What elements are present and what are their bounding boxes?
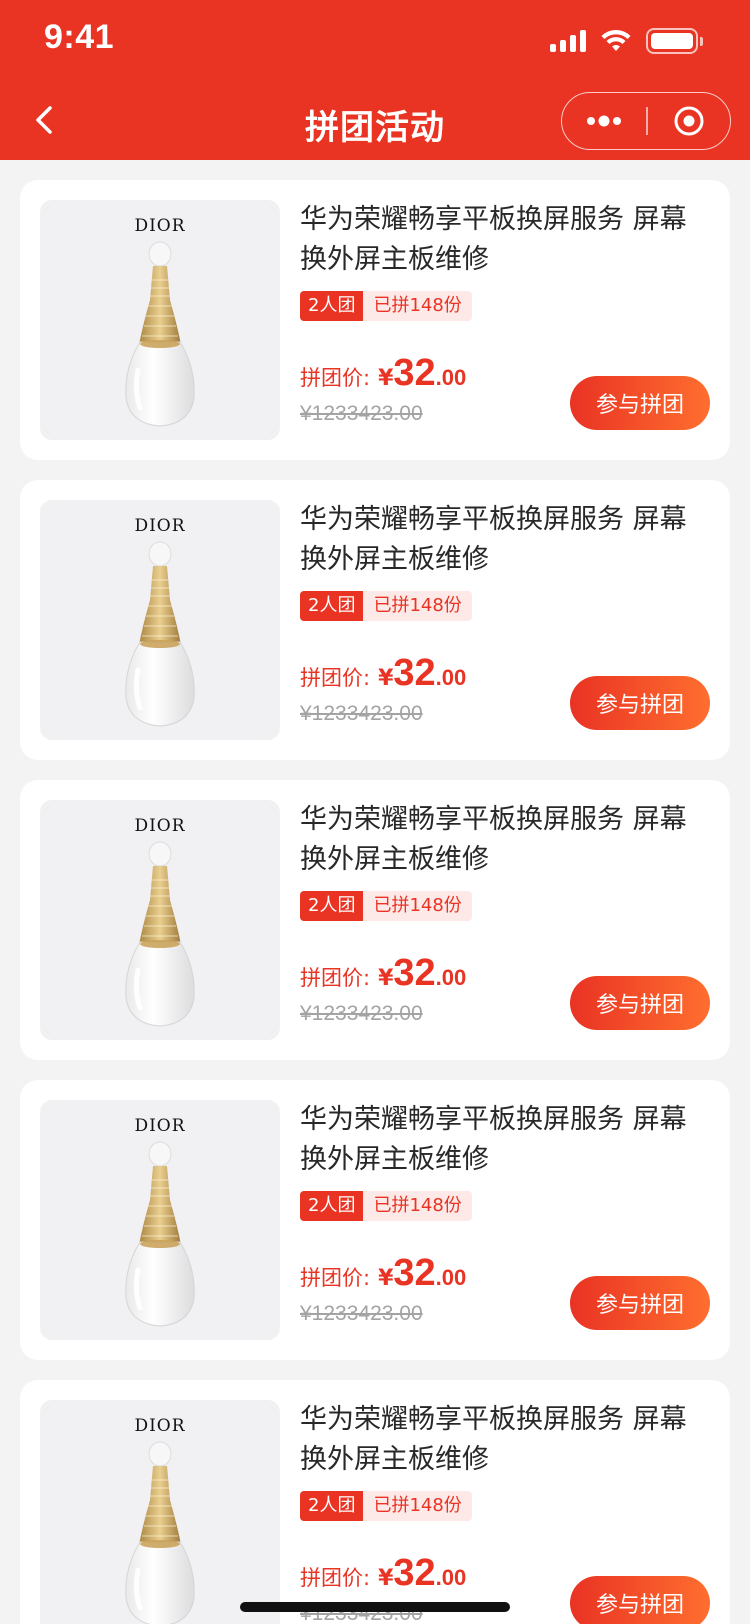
joined-count-badge: 已拼148份 <box>363 891 472 921</box>
original-price: ¥1233423.00 <box>300 1302 423 1325</box>
join-group-button[interactable]: 参与拼团 <box>570 1276 710 1330</box>
group-buy-card[interactable]: DIOR 华为荣耀畅享平板换屏服务 屏幕换外屏主板维修 2人团 已拼148份 拼… <box>20 180 730 460</box>
price-decimal: .00 <box>435 1565 467 1590</box>
original-price: ¥1233423.00 <box>300 1002 423 1025</box>
price-integer: 32 <box>393 652 436 694</box>
perfume-bottle-image <box>125 241 195 427</box>
join-group-button[interactable]: 参与拼团 <box>570 376 710 430</box>
brand-logo: DIOR <box>134 1416 186 1436</box>
group-buy-card[interactable]: DIOR 华为荣耀畅享平板换屏服务 屏幕换外屏主板维修 2人团 已拼148份 拼… <box>20 480 730 760</box>
price-label: 拼团价: <box>300 666 371 690</box>
header: 9:41 拼团活动 <box>0 0 750 160</box>
team-size-badge: 2人团 <box>300 1491 364 1521</box>
brand-logo: DIOR <box>134 516 186 536</box>
team-size-badge: 2人团 <box>300 291 364 321</box>
original-price: ¥1233423.00 <box>300 702 423 725</box>
target-circle-icon[interactable] <box>648 93 731 149</box>
joined-count-badge: 已拼148份 <box>363 1191 472 1221</box>
joined-count-badge: 已拼148份 <box>363 591 472 621</box>
badges: 2人团 已拼148份 <box>300 1191 472 1221</box>
product-title[interactable]: 华为荣耀畅享平板换屏服务 屏幕换外屏主板维修 <box>300 1400 710 1480</box>
price-label: 拼团价: <box>300 1266 371 1290</box>
product-image[interactable]: DIOR <box>40 1400 280 1624</box>
badges: 2人团 已拼148份 <box>300 891 472 921</box>
battery-icon <box>646 28 703 54</box>
price-integer: 32 <box>393 352 436 394</box>
price-currency: ¥ <box>378 366 394 391</box>
join-group-button[interactable]: 参与拼团 <box>570 676 710 730</box>
nav-bar: 拼团活动 <box>0 80 750 160</box>
price-decimal: .00 <box>435 665 467 690</box>
badges: 2人团 已拼148份 <box>300 591 472 621</box>
price-integer: 32 <box>393 952 436 994</box>
product-image[interactable]: DIOR <box>40 200 280 440</box>
home-indicator <box>240 1602 510 1612</box>
group-buy-card[interactable]: DIOR 华为荣耀畅享平板换屏服务 屏幕换外屏主板维修 2人团 已拼148份 拼… <box>20 780 730 1060</box>
price-label: 拼团价: <box>300 966 371 990</box>
badges: 2人团 已拼148份 <box>300 291 472 321</box>
more-dots-icon[interactable] <box>562 93 646 149</box>
joined-count-badge: 已拼148份 <box>363 1491 472 1521</box>
status-time: 9:41 <box>44 18 115 56</box>
team-size-badge: 2人团 <box>300 591 364 621</box>
product-image[interactable]: DIOR <box>40 500 280 740</box>
join-group-button[interactable]: 参与拼团 <box>570 1576 710 1624</box>
price-currency: ¥ <box>378 1266 394 1291</box>
price-currency: ¥ <box>378 966 394 991</box>
badges: 2人团 已拼148份 <box>300 1491 472 1521</box>
product-title[interactable]: 华为荣耀畅享平板换屏服务 屏幕换外屏主板维修 <box>300 800 710 880</box>
status-bar: 9:41 <box>0 0 750 80</box>
original-price: ¥1233423.00 <box>300 402 423 425</box>
product-title[interactable]: 华为荣耀畅享平板换屏服务 屏幕换外屏主板维修 <box>300 500 710 580</box>
price-currency: ¥ <box>378 666 394 691</box>
group-price: 拼团价: ¥ 32 .00 <box>300 652 466 695</box>
wifi-icon <box>601 29 631 51</box>
perfume-bottle-image <box>125 541 195 727</box>
price-label: 拼团价: <box>300 366 371 390</box>
miniprogram-capsule <box>561 92 731 150</box>
perfume-bottle-image <box>125 1141 195 1327</box>
group-buy-list: DIOR 华为荣耀畅享平板换屏服务 屏幕换外屏主板维修 2人团 已拼148份 拼… <box>20 180 730 1624</box>
brand-logo: DIOR <box>134 816 186 836</box>
product-image[interactable]: DIOR <box>40 800 280 1040</box>
product-title[interactable]: 华为荣耀畅享平板换屏服务 屏幕换外屏主板维修 <box>300 1100 710 1180</box>
brand-logo: DIOR <box>134 1116 186 1136</box>
price-decimal: .00 <box>435 365 467 390</box>
price-decimal: .00 <box>435 1265 467 1290</box>
group-price: 拼团价: ¥ 32 .00 <box>300 1252 466 1295</box>
join-group-button[interactable]: 参与拼团 <box>570 976 710 1030</box>
team-size-badge: 2人团 <box>300 891 364 921</box>
product-title[interactable]: 华为荣耀畅享平板换屏服务 屏幕换外屏主板维修 <box>300 200 710 280</box>
price-decimal: .00 <box>435 965 467 990</box>
group-price: 拼团价: ¥ 32 .00 <box>300 952 466 995</box>
status-icons <box>550 26 703 56</box>
group-price: 拼团价: ¥ 32 .00 <box>300 1552 466 1595</box>
group-buy-card[interactable]: DIOR 华为荣耀畅享平板换屏服务 屏幕换外屏主板维修 2人团 已拼148份 拼… <box>20 1380 730 1624</box>
team-size-badge: 2人团 <box>300 1191 364 1221</box>
perfume-bottle-image <box>125 1441 195 1624</box>
price-label: 拼团价: <box>300 1566 371 1590</box>
group-buy-card[interactable]: DIOR 华为荣耀畅享平板换屏服务 屏幕换外屏主板维修 2人团 已拼148份 拼… <box>20 1080 730 1360</box>
joined-count-badge: 已拼148份 <box>363 291 472 321</box>
perfume-bottle-image <box>125 841 195 1027</box>
group-price: 拼团价: ¥ 32 .00 <box>300 352 466 395</box>
product-image[interactable]: DIOR <box>40 1100 280 1340</box>
brand-logo: DIOR <box>134 216 186 236</box>
price-integer: 32 <box>393 1552 436 1594</box>
price-integer: 32 <box>393 1252 436 1294</box>
price-currency: ¥ <box>378 1566 394 1591</box>
signal-icon <box>550 30 586 52</box>
